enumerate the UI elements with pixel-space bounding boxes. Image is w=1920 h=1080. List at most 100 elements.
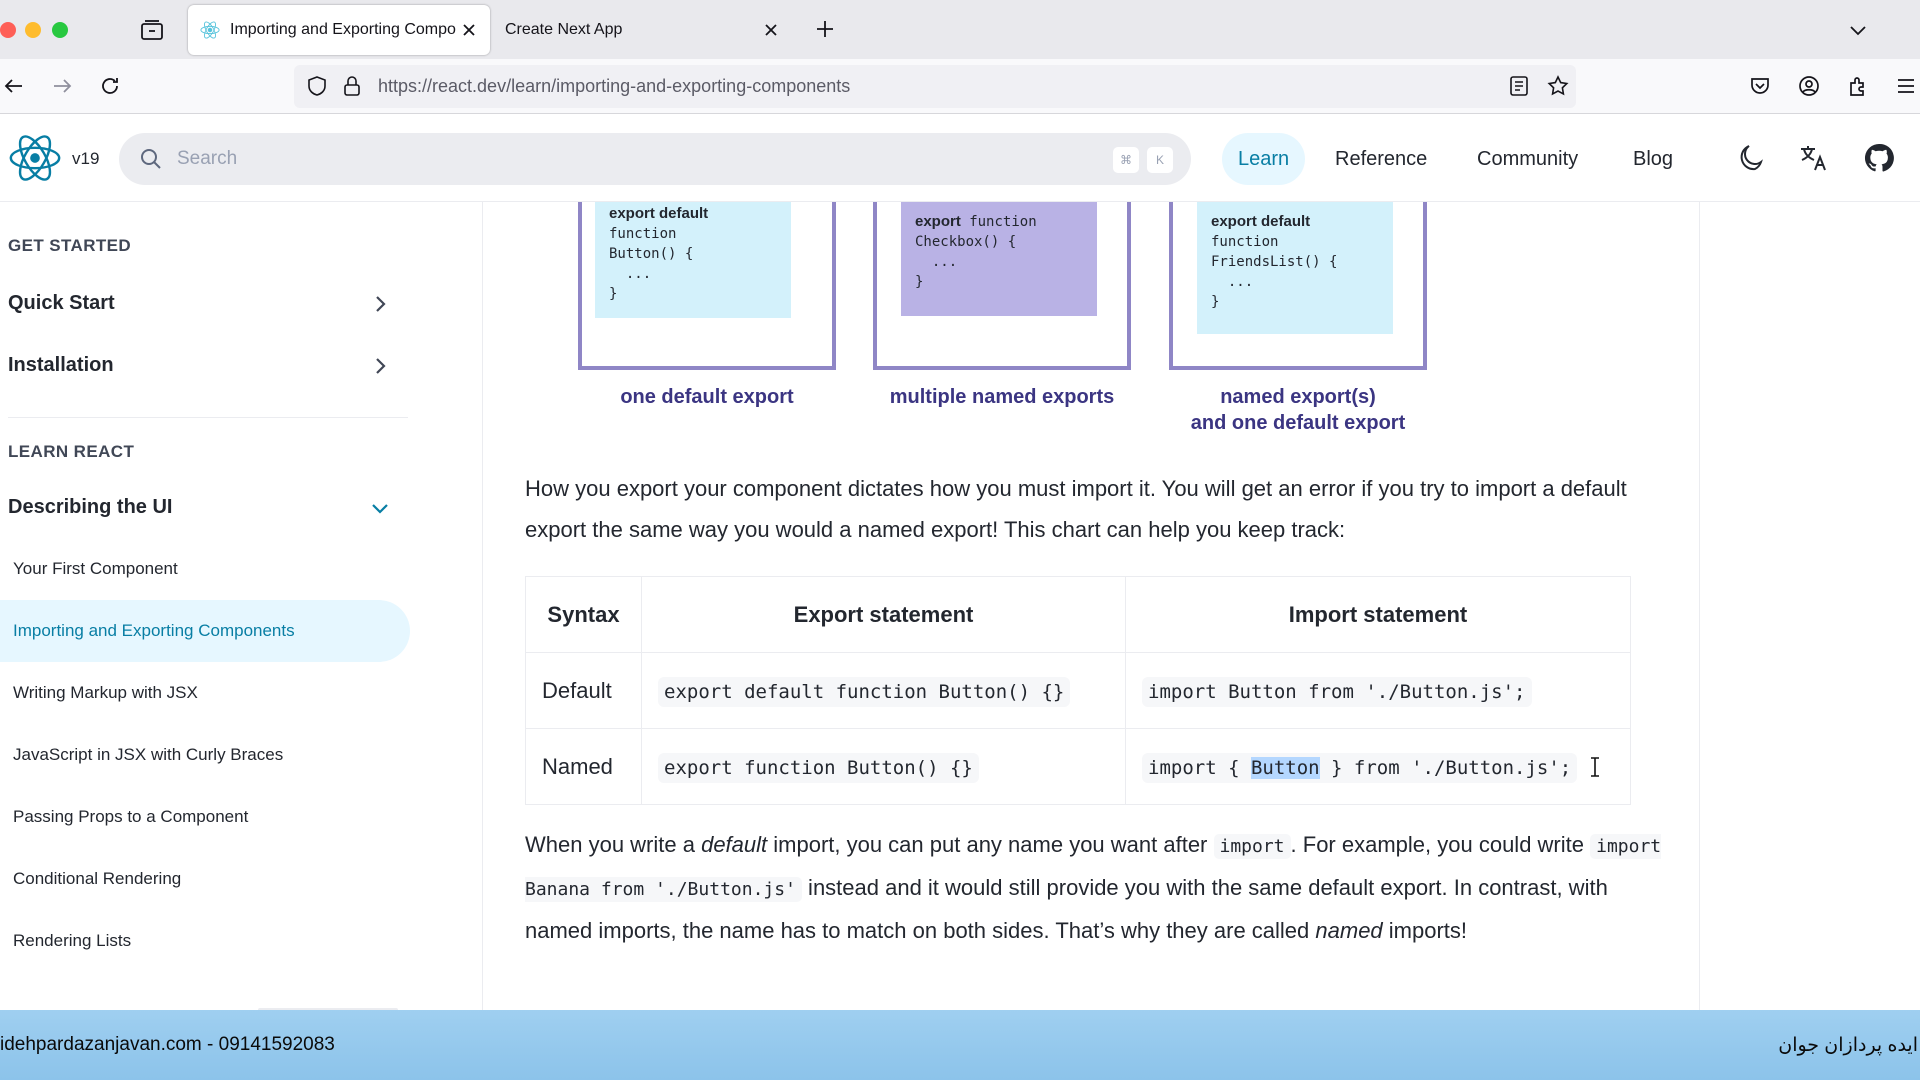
code-part: import { xyxy=(1148,756,1251,779)
sidebar-item-label: JavaScript in JSX with Curly Braces xyxy=(13,745,284,764)
diagram-label-named: multiple named exports xyxy=(889,386,1115,408)
react-logo-icon[interactable] xyxy=(6,131,64,185)
emphasis: named xyxy=(1315,918,1383,943)
sidebar-item-writing-markup[interactable]: Writing Markup with JSX xyxy=(0,662,410,724)
sidebar-item-installation[interactable]: Installation xyxy=(0,340,400,392)
close-tab-icon[interactable] xyxy=(762,21,780,39)
code-line: ... xyxy=(1211,274,1254,290)
window-close-button[interactable] xyxy=(0,22,16,38)
chevron-down-icon[interactable] xyxy=(1848,20,1868,40)
code-line: Checkbox() { xyxy=(915,234,1017,250)
code-line: ... xyxy=(609,266,652,282)
sidebar-item-describing-the-ui[interactable]: Describing the UI xyxy=(0,482,400,534)
url-path: /learn/importing-and-exporting-component… xyxy=(506,76,851,96)
column-header: Export statement xyxy=(641,576,1126,653)
tab-title: Create Next App xyxy=(505,21,623,38)
reload-icon[interactable] xyxy=(98,74,122,98)
account-icon[interactable] xyxy=(1797,74,1821,98)
text-run: import, you can put any name you want af… xyxy=(767,832,1214,857)
code-keyword: function xyxy=(969,214,1037,230)
syntax-cell: Default xyxy=(525,652,642,729)
sidebar-item-quick-start[interactable]: Quick Start xyxy=(0,278,400,330)
address-bar[interactable]: https://react.dev/learn/importing-and-ex… xyxy=(294,65,1576,108)
export-import-table: Syntax Export statement Import statement… xyxy=(525,576,1631,805)
code-line: } xyxy=(1211,294,1220,310)
nav-learn[interactable]: Learn xyxy=(1222,133,1306,185)
section-learn-react: LEARN REACT xyxy=(8,442,135,461)
banner-contact: idehpardazanjavan.com - 09141592083 xyxy=(0,1034,335,1055)
sidebar-item-passing-props[interactable]: Passing Props to a Component xyxy=(0,786,410,848)
reader-view-icon[interactable] xyxy=(1508,75,1530,97)
github-icon[interactable] xyxy=(1863,142,1895,174)
sidebar-item-importing-exporting[interactable]: Importing and Exporting Components xyxy=(0,600,410,662)
url-text[interactable]: https://react.dev/learn/importing-and-ex… xyxy=(378,76,850,97)
selected-text[interactable]: Button xyxy=(1250,756,1320,779)
chevron-down-icon xyxy=(372,504,388,514)
text-run: imports! xyxy=(1382,918,1468,943)
browser-tab-bar: Importing and Exporting Compo Create Nex… xyxy=(0,0,1920,59)
diagram-card-mixed-exports: export default function FriendsList() { ..… xyxy=(1197,202,1393,334)
moon-icon[interactable] xyxy=(1734,142,1766,174)
sidebar: GET STARTED Quick Start Installation LEA… xyxy=(0,202,410,1010)
translate-icon[interactable] xyxy=(1798,142,1830,174)
sidebar-item-label: Passing Props to a Component xyxy=(13,807,249,826)
nav-reference[interactable]: Reference xyxy=(1319,133,1443,185)
window-zoom-button[interactable] xyxy=(52,22,68,38)
kbd-k: K xyxy=(1147,147,1173,173)
forward-arrow-icon[interactable] xyxy=(50,74,74,98)
sidebar-item-label: Quick Start xyxy=(8,292,115,314)
watermark-banner: idehpardazanjavan.com - 09141592083 ایده… xyxy=(0,1010,1920,1080)
back-arrow-icon[interactable] xyxy=(2,74,26,98)
export-statement-code[interactable]: export default function Button() {} xyxy=(658,676,1071,707)
inline-code: import xyxy=(1213,834,1291,859)
sidebar-item-label: Writing Markup with JSX xyxy=(13,683,198,702)
hamburger-menu-icon[interactable] xyxy=(1894,74,1918,98)
sidebar-item-conditional-rendering[interactable]: Conditional Rendering xyxy=(0,848,410,910)
tab-importing-exporting[interactable]: Importing and Exporting Compo xyxy=(188,5,490,55)
banner-brand: ایده پردازان جوان xyxy=(1778,1035,1918,1056)
code-line: ... xyxy=(915,254,958,270)
browser-toolbar: https://react.dev/learn/importing-and-ex… xyxy=(0,59,1920,114)
diagram-label-line: and one default export xyxy=(1190,412,1406,434)
tab-manager-icon[interactable] xyxy=(140,19,164,41)
search-button[interactable]: Search ⌘ K xyxy=(119,133,1191,185)
import-statement-code[interactable]: import { Button } from './Button.js'; xyxy=(1142,752,1578,783)
text-run: When you write a xyxy=(525,832,702,857)
import-statement-code[interactable]: import Button from './Button.js'; xyxy=(1142,676,1532,707)
diagram-label-mixed: named export(s) and one default export xyxy=(1169,384,1427,436)
diagram-card-named-exports: export function Checkbox() { ...} xyxy=(901,202,1097,316)
sidebar-item-your-first-component[interactable]: Your First Component xyxy=(0,538,410,600)
article-content: export default function Button() { ...} ex… xyxy=(482,202,1700,1010)
export-statement-code[interactable]: export function Button() {} xyxy=(658,752,979,783)
paragraph: When you write a default import, you can… xyxy=(525,824,1675,951)
new-tab-icon[interactable] xyxy=(814,18,836,40)
syntax-cell: Named xyxy=(525,728,642,805)
search-icon xyxy=(141,149,161,169)
sidebar-item-javascript-in-jsx[interactable]: JavaScript in JSX with Curly Braces xyxy=(0,724,410,786)
react-favicon-icon xyxy=(200,21,220,39)
diagram-label-line: named export(s) xyxy=(1220,386,1376,408)
shield-icon[interactable] xyxy=(306,75,328,97)
divider xyxy=(8,417,408,418)
nav-blog[interactable]: Blog xyxy=(1617,133,1689,185)
url-host: https://react.dev xyxy=(378,76,507,96)
chevron-right-icon xyxy=(376,358,386,374)
tab-create-next-app[interactable]: Create Next App xyxy=(490,5,792,55)
version-label[interactable]: v19 xyxy=(72,149,99,169)
bookmark-star-icon[interactable] xyxy=(1546,74,1570,98)
code-line: export default xyxy=(1211,213,1311,230)
code-line: function xyxy=(1211,234,1279,250)
lock-icon[interactable] xyxy=(342,75,362,97)
close-tab-icon[interactable] xyxy=(460,21,478,39)
site-header: v19 Search ⌘ K Learn Reference Community… xyxy=(0,114,1920,202)
code-line: FriendsList() { xyxy=(1211,254,1338,270)
sidebar-item-label: Conditional Rendering xyxy=(13,869,182,888)
pocket-icon[interactable] xyxy=(1748,74,1772,98)
nav-community[interactable]: Community xyxy=(1461,133,1594,185)
window-minimize-button[interactable] xyxy=(25,22,41,38)
column-header: Syntax xyxy=(525,576,642,653)
sidebar-item-rendering-lists[interactable]: Rendering Lists xyxy=(0,910,410,972)
diagram-card-default-export: export default function Button() { ...} xyxy=(595,202,791,318)
code-line: } xyxy=(609,286,618,302)
extensions-icon[interactable] xyxy=(1846,74,1870,98)
